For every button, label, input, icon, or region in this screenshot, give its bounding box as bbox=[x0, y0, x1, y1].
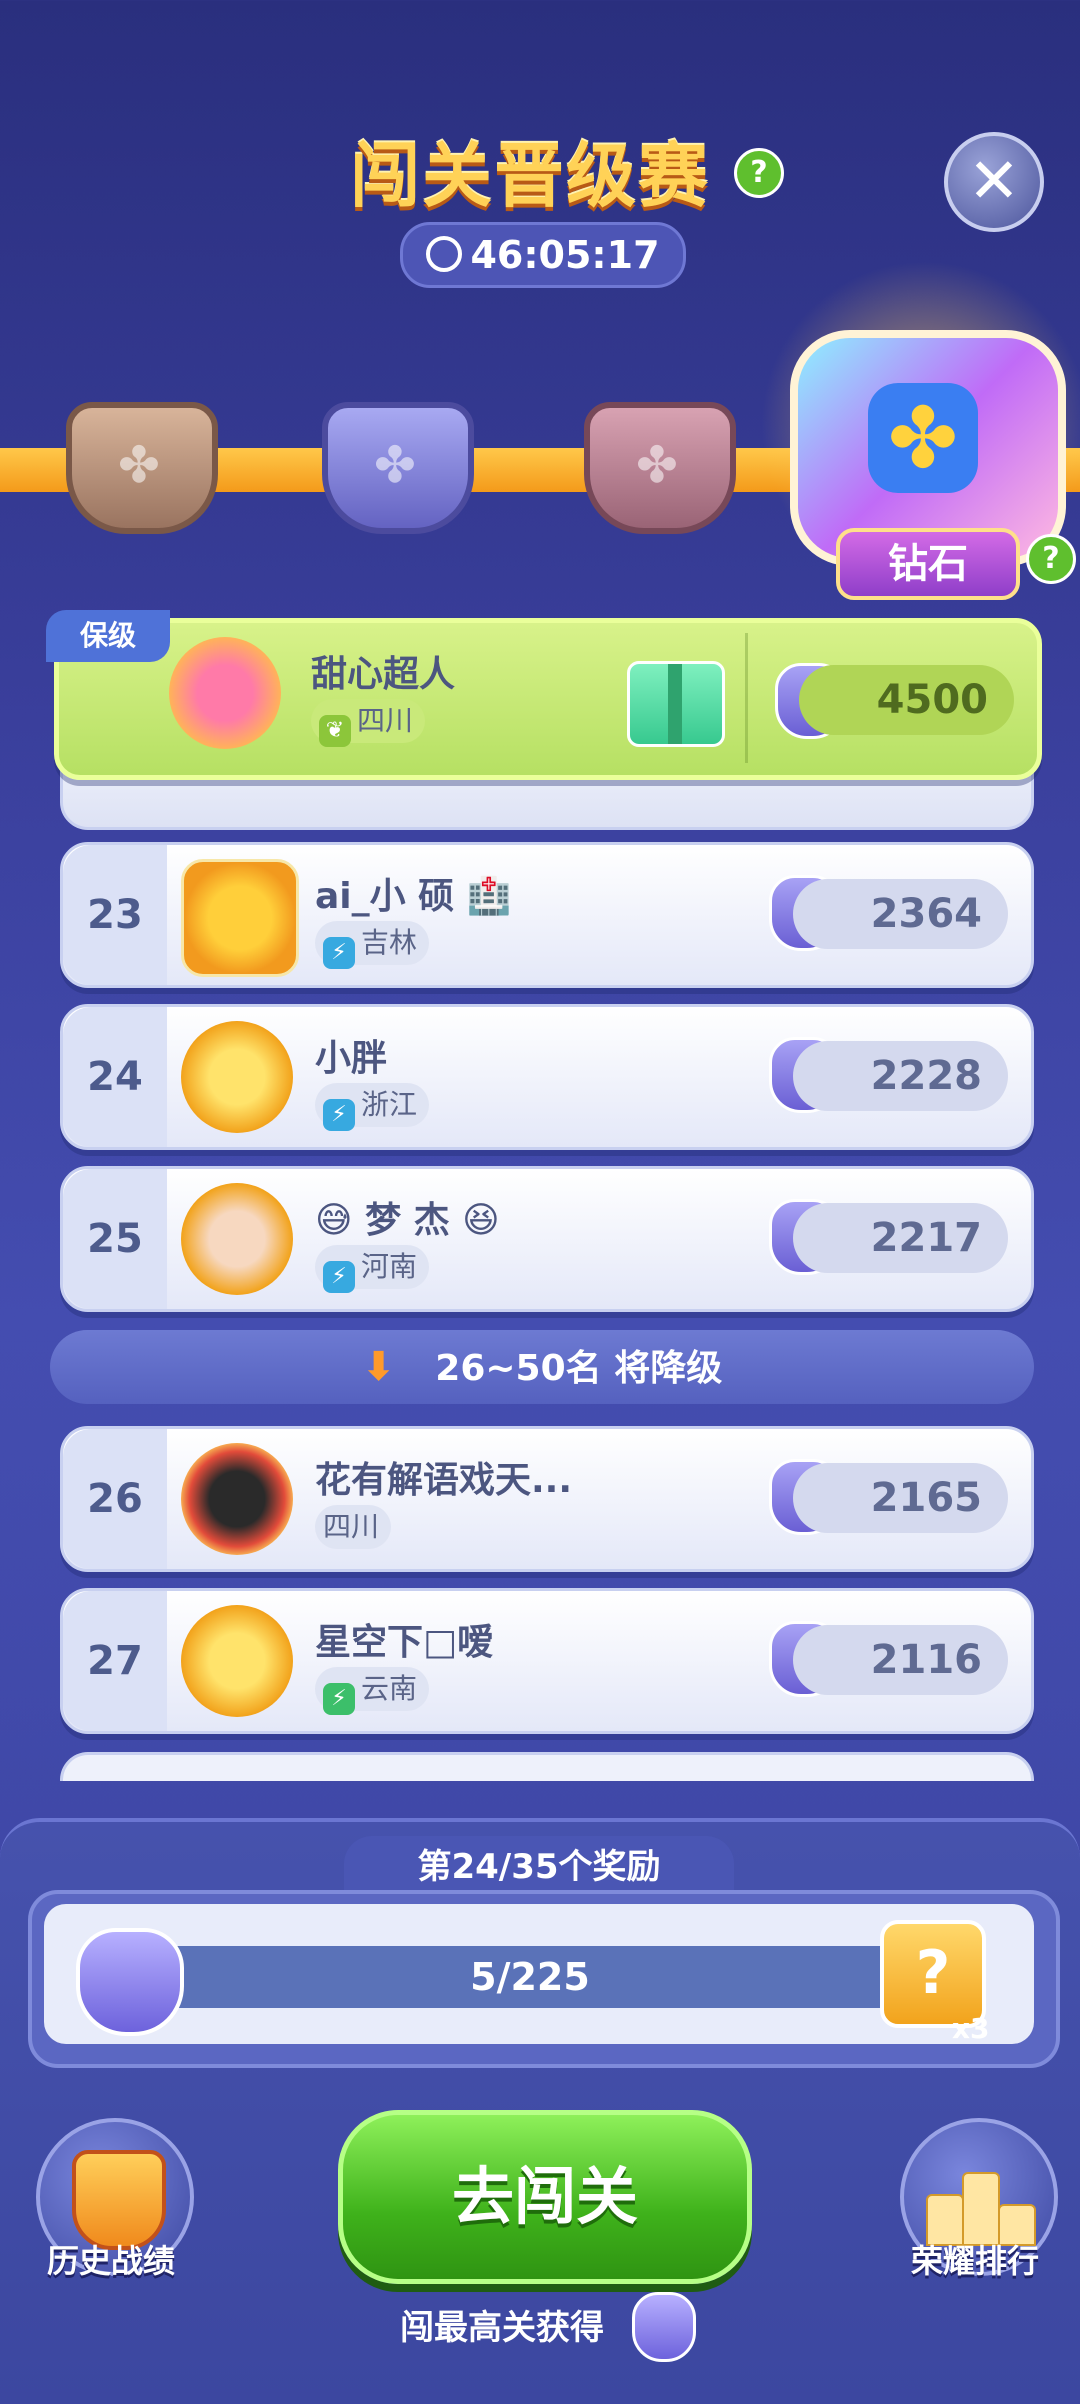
my-rank-row[interactable]: 12 甜心超人 ❦四川 4500 bbox=[54, 618, 1042, 780]
divider-label: 26~50名 将降级 bbox=[435, 1348, 723, 1389]
leaderboard-row[interactable]: 27 星空下□嗳 ⚡ 云南 2116 bbox=[60, 1588, 1034, 1734]
reward-progress-bar: 5/225 bbox=[150, 1946, 910, 2008]
lightning-icon: ⚡ bbox=[323, 1683, 355, 1715]
player-name: 小胖 bbox=[315, 1038, 388, 1079]
avatar[interactable] bbox=[181, 859, 299, 977]
lightning-icon: ⚡ bbox=[323, 1261, 355, 1293]
lightning-icon: ⚡ bbox=[323, 1099, 355, 1131]
leaderboard-row[interactable]: 25 😅 梦 杰 😆 ⚡ 河南 2217 bbox=[60, 1166, 1034, 1312]
region-label: 吉林 bbox=[361, 926, 418, 959]
score: 4500 bbox=[799, 665, 1014, 735]
rank-number: 25 bbox=[87, 1216, 143, 1262]
avatar[interactable] bbox=[181, 1605, 293, 1717]
bag-icon bbox=[76, 1928, 184, 2036]
score: 2165 bbox=[793, 1463, 1008, 1533]
region-label: 四川 bbox=[357, 704, 414, 737]
close-button[interactable]: ✕ bbox=[944, 132, 1044, 232]
rank-number: 26 bbox=[87, 1476, 143, 1522]
start-level-button[interactable]: 去闯关 bbox=[338, 2110, 752, 2284]
avatar[interactable] bbox=[181, 1021, 293, 1133]
leaderboard-row[interactable]: 24 小胖 ⚡ 浙江 2228 bbox=[60, 1004, 1034, 1150]
clover-icon: ✤ bbox=[868, 383, 978, 493]
history-label: 历史战绩 bbox=[46, 2242, 175, 2280]
region-chip: 四川 bbox=[315, 1505, 392, 1549]
player-name: 花有解语戏天... bbox=[315, 1460, 573, 1501]
player-name: 星空下□嗳 bbox=[315, 1622, 494, 1663]
arrow-down-icon: ⬇ bbox=[361, 1344, 396, 1390]
score: 2217 bbox=[793, 1203, 1008, 1273]
tier-badge-bronze[interactable]: ✤ bbox=[66, 402, 218, 534]
timer-value: 46:05:17 bbox=[470, 233, 660, 277]
region-chip: ❦ 四川 bbox=[311, 699, 426, 747]
trophy-icon bbox=[72, 2150, 166, 2250]
reward-tab: 第24/35个奖励 bbox=[344, 1836, 734, 1898]
ranking-label: 荣耀排行 bbox=[910, 2242, 1039, 2280]
rank-number: 24 bbox=[87, 1054, 143, 1100]
avatar[interactable] bbox=[169, 637, 281, 749]
player-name: 😅 梦 杰 😆 bbox=[315, 1200, 500, 1241]
rank-number: 27 bbox=[87, 1638, 143, 1684]
protect-tag: 保级 bbox=[46, 610, 170, 662]
demotion-divider: ⬇ 26~50名 将降级 bbox=[50, 1330, 1034, 1404]
score: 2364 bbox=[793, 879, 1008, 949]
score: 2228 bbox=[793, 1041, 1008, 1111]
lightning-icon: ⚡ bbox=[323, 937, 355, 969]
region-chip: ⚡ 吉林 bbox=[315, 921, 430, 969]
region-chip: ⚡ 浙江 bbox=[315, 1083, 430, 1131]
clover-icon: ✤ bbox=[636, 436, 678, 494]
gift-icon[interactable] bbox=[627, 661, 725, 747]
leaderboard-row[interactable]: 26 花有解语戏天... 四川 2165 bbox=[60, 1426, 1034, 1572]
region-label: 河南 bbox=[361, 1250, 418, 1283]
player-name: ai_小 硕 🏥 bbox=[315, 876, 512, 917]
podium-icon bbox=[926, 2162, 1036, 2246]
current-tier-label: 钻石 bbox=[836, 528, 1020, 600]
avatar[interactable] bbox=[181, 1443, 293, 1555]
score: 2116 bbox=[793, 1625, 1008, 1695]
tier-badge-gold[interactable]: ✤ bbox=[584, 402, 736, 534]
region-label: 四川 bbox=[323, 1510, 380, 1543]
tier-badge-silver[interactable]: ✤ bbox=[322, 402, 474, 534]
clock-icon bbox=[426, 236, 463, 272]
reward-multiplier: x3 bbox=[952, 2012, 990, 2045]
page-title: 闯关晋级赛 bbox=[350, 135, 710, 217]
leaderboard-row[interactable]: 23 ai_小 硕 🏥 ⚡ 吉林 2364 bbox=[60, 842, 1034, 988]
region-label: 浙江 bbox=[361, 1088, 418, 1121]
countdown-timer: 46:05:17 bbox=[400, 222, 686, 288]
bag-icon bbox=[632, 2292, 696, 2362]
help-icon[interactable]: ? bbox=[734, 148, 784, 198]
separator bbox=[745, 633, 748, 763]
avatar[interactable] bbox=[181, 1183, 293, 1295]
clover-icon: ✤ bbox=[374, 436, 416, 494]
region-label: 云南 bbox=[361, 1672, 418, 1705]
tier-help-icon[interactable]: ? bbox=[1026, 534, 1076, 584]
player-name: 甜心超人 bbox=[311, 654, 456, 695]
row-peek bbox=[60, 1752, 1034, 1781]
rank-number: 23 bbox=[87, 892, 143, 938]
region-chip: ⚡ 河南 bbox=[315, 1245, 430, 1293]
clover-icon: ✤ bbox=[118, 436, 160, 494]
leaf-icon: ❦ bbox=[319, 715, 351, 747]
region-chip: ⚡ 云南 bbox=[315, 1667, 430, 1715]
